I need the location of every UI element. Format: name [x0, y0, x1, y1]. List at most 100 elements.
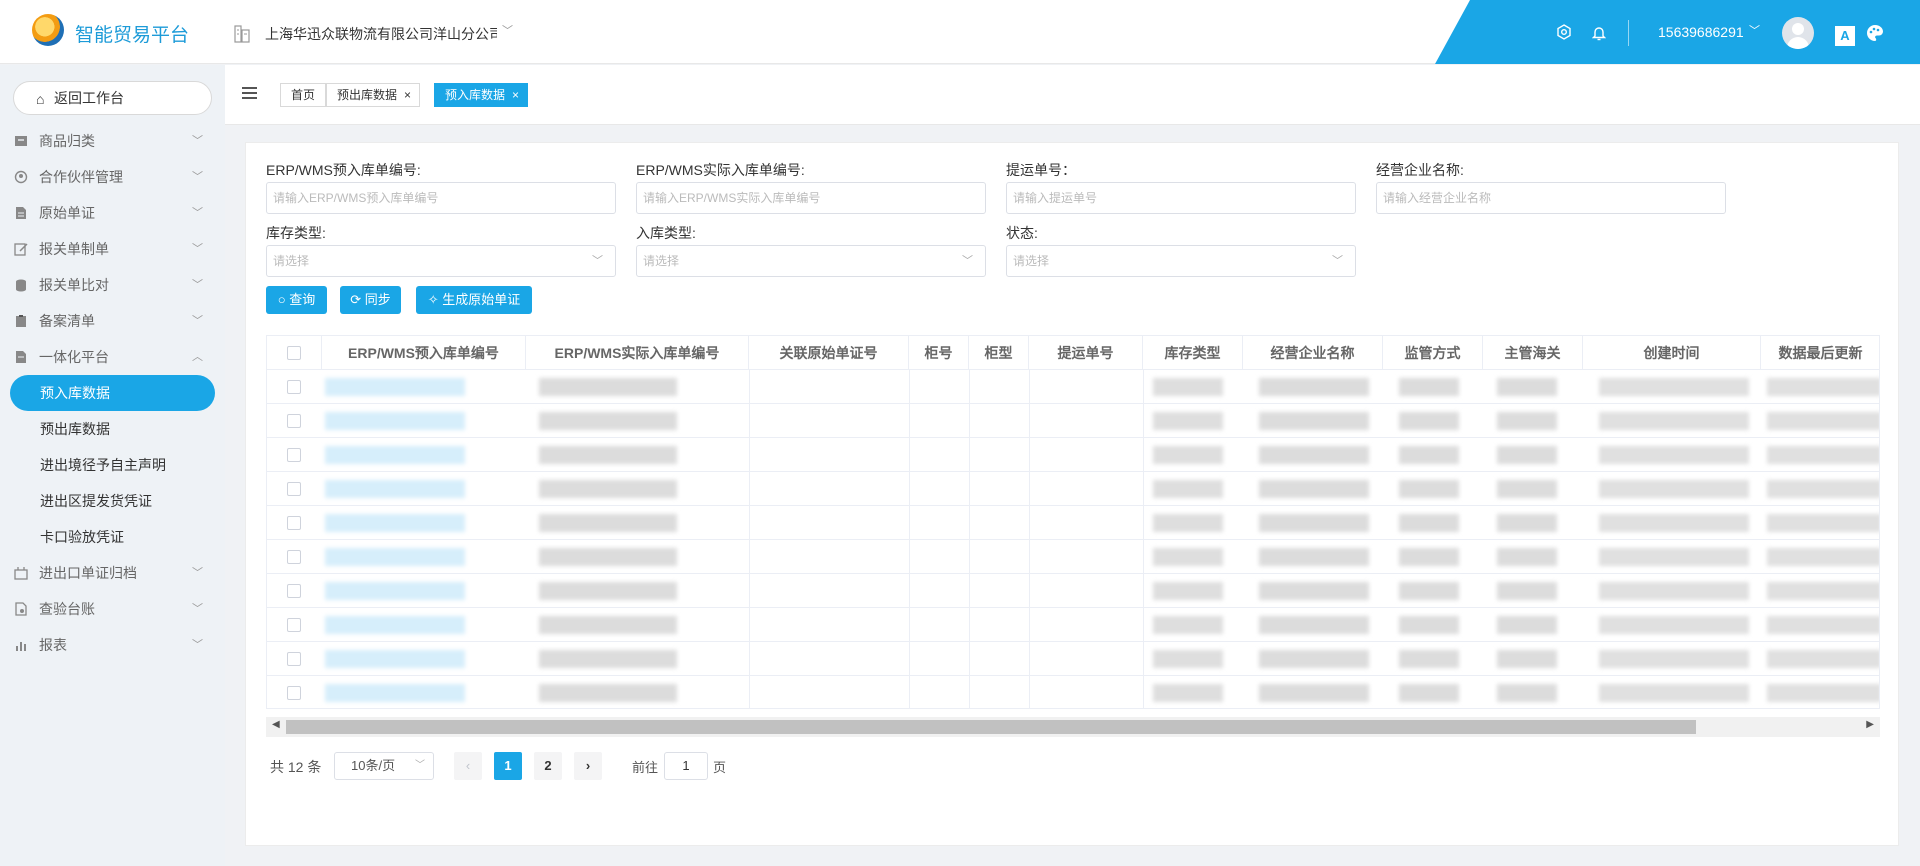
table-row[interactable]: [267, 540, 1879, 574]
theme-icon[interactable]: [1866, 24, 1884, 42]
col-supervision[interactable]: 监管方式: [1383, 336, 1483, 370]
col-erp-pre-in[interactable]: ERP/WMS预入库单编号: [322, 336, 526, 370]
row-checkbox[interactable]: [287, 618, 301, 632]
sync-button[interactable]: ⟳ 同步: [340, 286, 401, 314]
tab-home[interactable]: 首页: [280, 83, 327, 107]
table-row[interactable]: [267, 642, 1879, 676]
org-selector[interactable]: 上海华迅众联物流有限公司洋山分公司: [265, 24, 497, 44]
query-button[interactable]: ○ 查询: [266, 286, 327, 314]
table-row[interactable]: [267, 574, 1879, 608]
row-checkbox[interactable]: [287, 414, 301, 428]
goto-page-input[interactable]: 1: [664, 752, 708, 780]
generate-original-docs-button[interactable]: ✧ 生成原始单证: [416, 286, 532, 314]
bell-icon[interactable]: [1592, 25, 1606, 41]
scroll-thumb[interactable]: [286, 720, 1696, 734]
redacted-cell: [1259, 514, 1369, 532]
prev-page-button[interactable]: ‹: [454, 752, 482, 780]
chevron-down-icon: ﹀: [192, 207, 203, 219]
row-checkbox[interactable]: [287, 686, 301, 700]
sidebar-item-inspection-ledger[interactable]: 查验台账 ﹀: [0, 591, 225, 627]
table-row[interactable]: [267, 676, 1879, 708]
table-row[interactable]: [267, 472, 1879, 506]
menu-toggle-icon[interactable]: [242, 87, 257, 99]
col-bill-no[interactable]: 提运单号: [1029, 336, 1143, 370]
page-button-1[interactable]: 1: [494, 752, 522, 780]
sidebar-item-delivery-voucher[interactable]: 进出区提发货凭证: [0, 483, 225, 519]
translate-icon[interactable]: A: [1835, 26, 1855, 46]
col-erp-actual-in[interactable]: ERP/WMS实际入库单编号: [526, 336, 749, 370]
col-company[interactable]: 经营企业名称: [1243, 336, 1383, 370]
table-row[interactable]: [267, 404, 1879, 438]
sidebar-item-product-classification[interactable]: 商品归类 ﹀: [0, 123, 225, 159]
sidebar-item-declaration-compare[interactable]: 报关单比对 ﹀: [0, 267, 225, 303]
row-checkbox[interactable]: [287, 550, 301, 564]
redacted-cell: [325, 582, 465, 600]
table-row[interactable]: [267, 506, 1879, 540]
redacted-cell: [1599, 616, 1749, 634]
avatar[interactable]: [1782, 17, 1814, 49]
stock-type-label: 库存类型:: [266, 225, 326, 241]
chevron-down-icon[interactable]: ﹀: [502, 22, 513, 38]
redacted-cell: [1153, 650, 1223, 668]
col-container-type[interactable]: 柜型: [969, 336, 1029, 370]
ledger-icon: [15, 602, 27, 616]
sidebar-item-integrated-platform[interactable]: 一体化平台 ︿: [0, 339, 225, 375]
table-row[interactable]: [267, 370, 1879, 404]
row-checkbox[interactable]: [287, 482, 301, 496]
sidebar-item-self-declaration[interactable]: 进出境径予自主声明: [0, 447, 225, 483]
bill-no-input[interactable]: 请输入提运单号: [1006, 182, 1356, 214]
col-container-no[interactable]: 柜号: [909, 336, 969, 370]
user-account[interactable]: 15639686291: [1658, 24, 1744, 40]
sidebar-item-declaration-preparation[interactable]: 报关单制单 ﹀: [0, 231, 225, 267]
row-checkbox[interactable]: [287, 448, 301, 462]
close-icon[interactable]: ×: [404, 84, 411, 106]
row-checkbox[interactable]: [287, 652, 301, 666]
stock-type-select[interactable]: 请选择 ﹀: [266, 245, 616, 277]
table-row[interactable]: [267, 438, 1879, 472]
chevron-down-icon[interactable]: ﹀: [1749, 22, 1760, 38]
company-input[interactable]: 请输入经营企业名称: [1376, 182, 1726, 214]
status-select[interactable]: 请选择 ﹀: [1006, 245, 1356, 277]
row-checkbox[interactable]: [287, 516, 301, 530]
next-page-button[interactable]: ›: [574, 752, 602, 780]
col-created-time[interactable]: 创建时间: [1583, 336, 1761, 370]
sidebar-item-filing-list[interactable]: 备案清单 ﹀: [0, 303, 225, 339]
sidebar-item-document-archive[interactable]: 进出口单证归档 ﹀: [0, 555, 225, 591]
page-button-2[interactable]: 2: [534, 752, 562, 780]
sidebar-item-gate-release-voucher[interactable]: 卡口验放凭证: [0, 519, 225, 555]
back-button-label: 返回工作台: [54, 90, 124, 106]
in-type-select[interactable]: 请选择 ﹀: [636, 245, 986, 277]
col-related-doc[interactable]: 关联原始单证号: [749, 336, 909, 370]
redacted-cell: [325, 412, 465, 430]
redacted-cell: [1153, 684, 1223, 702]
tab-pre-inbound[interactable]: 预入库数据 ×: [434, 83, 529, 107]
settings-icon[interactable]: [1556, 24, 1572, 40]
sidebar-item-reports[interactable]: 报表 ﹀: [0, 627, 225, 663]
scroll-right-icon[interactable]: ▶: [1866, 719, 1874, 730]
redacted-cell: [1497, 412, 1557, 430]
sidebar-item-pre-inbound-data[interactable]: 预入库数据: [10, 375, 215, 411]
horizontal-scrollbar[interactable]: ◀ ▶: [266, 717, 1880, 737]
select-all-checkbox[interactable]: [287, 346, 301, 360]
back-to-workbench-button[interactable]: ⌂ 返回工作台: [13, 81, 212, 115]
row-checkbox[interactable]: [287, 380, 301, 394]
sidebar-item-partner-management[interactable]: 合作伙伴管理 ﹀: [0, 159, 225, 195]
redacted-cell: [539, 616, 677, 634]
row-checkbox[interactable]: [287, 584, 301, 598]
col-stock-type[interactable]: 库存类型: [1143, 336, 1243, 370]
redacted-cell: [1399, 446, 1459, 464]
col-customs[interactable]: 主管海关: [1483, 336, 1583, 370]
scroll-left-icon[interactable]: ◀: [272, 719, 280, 730]
sidebar-item-pre-outbound-data[interactable]: 预出库数据: [0, 411, 225, 447]
tab-pre-outbound[interactable]: 预出库数据 ×: [326, 83, 421, 107]
box-icon: [15, 136, 27, 146]
close-icon[interactable]: ×: [512, 84, 519, 106]
erp-pre-in-input[interactable]: 请输入ERP/WMS预入库单编号: [266, 182, 616, 214]
table-row[interactable]: [267, 608, 1879, 642]
page-size-select[interactable]: 10条/页 ﹀: [334, 752, 434, 780]
erp-actual-in-input[interactable]: 请输入ERP/WMS实际入库单编号: [636, 182, 986, 214]
sidebar-item-original-documents[interactable]: 原始单证 ﹀: [0, 195, 225, 231]
col-last-updated[interactable]: 数据最后更新: [1761, 336, 1879, 370]
redacted-cell: [1259, 650, 1369, 668]
chevron-down-icon: ﹀: [192, 603, 203, 615]
